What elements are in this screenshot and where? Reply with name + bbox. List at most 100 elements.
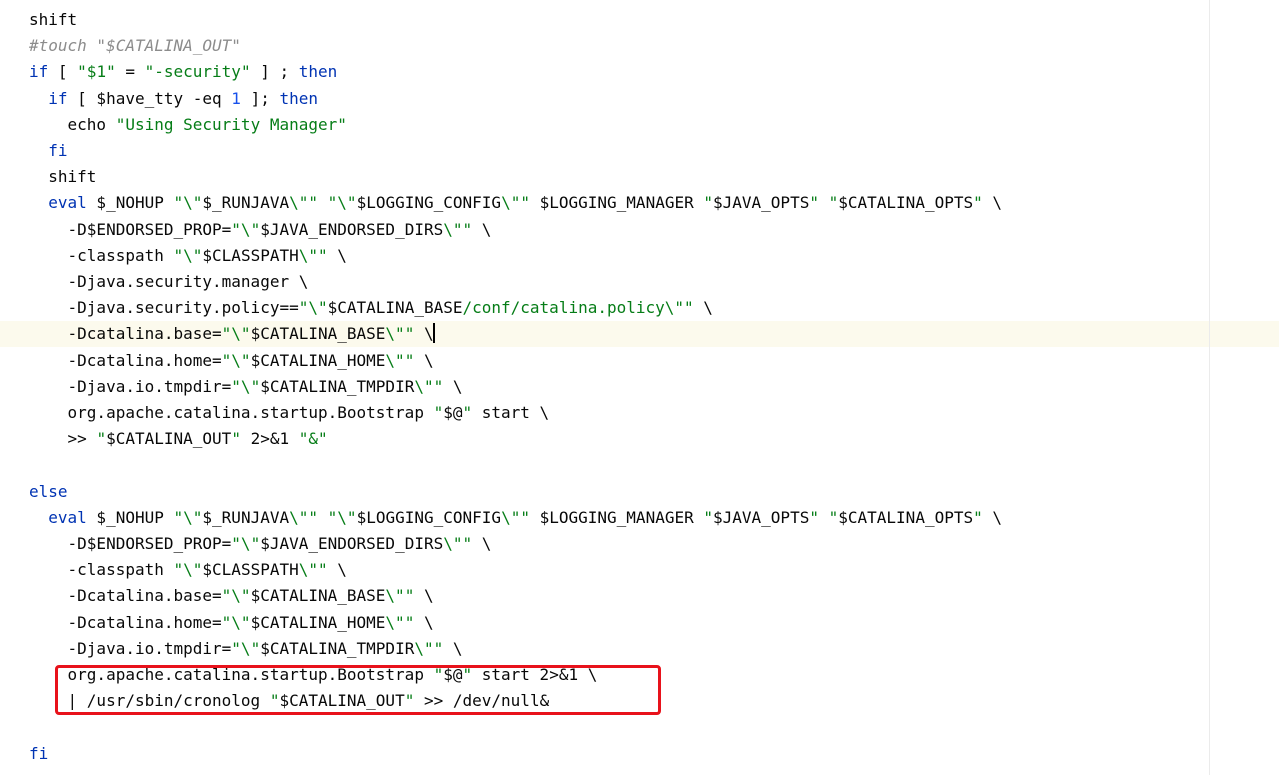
code-line-text: #touch "$CATALINA_OUT" <box>29 33 241 59</box>
code-token: then <box>279 88 318 108</box>
code-editor[interactable]: shift #touch "$CATALINA_OUT" if [ "$1" = "… <box>0 0 1279 775</box>
code-token: -Djava.security.manager \ <box>29 272 309 291</box>
code-token: \ <box>982 507 1003 527</box>
code-token: $LOGGING_CONFIG <box>356 507 502 527</box>
code-line-text: -D$ENDORSED_PROP="\"$JAVA_ENDORSED_DIRS\… <box>29 531 492 557</box>
code-line[interactable]: echo "Using Security Manager" <box>0 112 1279 138</box>
code-line[interactable]: #touch "$CATALINA_OUT" <box>0 33 1279 59</box>
code-token: " <box>828 507 839 527</box>
code-token: " <box>96 429 107 449</box>
code-token: \"" <box>385 350 415 370</box>
code-token: " <box>231 429 241 449</box>
code-line[interactable]: -Djava.security.policy=="\"$CATALINA_BAS… <box>0 295 1279 321</box>
code-token: $_RUNJAVA <box>202 507 290 527</box>
code-line[interactable]: -D$ENDORSED_PROP="\"$JAVA_ENDORSED_DIRS\… <box>0 531 1279 557</box>
code-line[interactable]: shift <box>0 164 1279 190</box>
code-line[interactable]: -Dcatalina.home="\"$CATALINA_HOME\"" \ <box>0 348 1279 374</box>
code-token: " <box>809 193 819 213</box>
code-line[interactable]: if [ $have_tty -eq 1 ]; then <box>0 86 1279 112</box>
code-token: $CLASSPATH <box>202 560 299 580</box>
text-caret <box>432 323 435 344</box>
code-token: " <box>433 403 444 422</box>
code-token: start \ <box>472 403 550 422</box>
code-token: " <box>703 507 713 527</box>
code-line-text: -Dcatalina.home="\"$CATALINA_HOME\"" \ <box>29 348 434 374</box>
code-line[interactable]: -Djava.io.tmpdir="\"$CATALINA_TMPDIR\"" … <box>0 636 1279 662</box>
code-line[interactable]: fi <box>0 741 1279 767</box>
code-token: fi <box>29 743 49 763</box>
code-token: \ <box>693 298 713 318</box>
code-line[interactable]: -classpath "\"$CLASSPATH\"" \ <box>0 243 1279 269</box>
code-token: \ <box>414 612 434 632</box>
code-token: \"" <box>289 193 319 213</box>
code-line-text: -Dcatalina.home="\"$CATALINA_HOME\"" \ <box>29 610 434 636</box>
code-token: "\" <box>327 193 357 213</box>
code-token: \ <box>982 193 1003 213</box>
code-line-text: else <box>29 479 68 505</box>
code-token: "\" <box>231 376 261 396</box>
code-token: "\" <box>327 507 357 527</box>
code-token: "$1" <box>77 62 116 82</box>
code-line-text: >> "$CATALINA_OUT" 2>&1 "&" <box>29 426 328 452</box>
code-token: -Dcatalina.home= <box>29 350 222 370</box>
code-line-text: if [ $have_tty -eq 1 ]; then <box>29 86 318 112</box>
code-token: $CATALINA_OUT <box>106 429 232 449</box>
code-token: "-security" <box>144 62 251 82</box>
code-token: -Dcatalina.home= <box>29 612 222 632</box>
code-line[interactable]: >> "$CATALINA_OUT" 2>&1 "&" <box>0 426 1279 452</box>
code-token: $CATALINA_OPTS <box>838 193 974 213</box>
code-line-text: -Djava.io.tmpdir="\"$CATALINA_TMPDIR\"" … <box>29 374 463 400</box>
code-line-text: if [ "$1" = "-security" ] ; then <box>29 59 337 85</box>
code-token: $CLASSPATH <box>202 245 299 265</box>
code-line-text: -D$ENDORSED_PROP="\"$JAVA_ENDORSED_DIRS\… <box>29 217 492 243</box>
code-line-text: fi <box>29 741 48 767</box>
code-line[interactable]: -Dcatalina.home="\"$CATALINA_HOME\"" \ <box>0 610 1279 636</box>
code-line[interactable]: else <box>0 479 1279 505</box>
code-token: $CATALINA_TMPDIR <box>260 638 415 658</box>
code-token: $CATALINA_OPTS <box>838 507 974 527</box>
code-token: \ <box>443 376 463 396</box>
code-token: \"" <box>385 612 415 632</box>
code-token: $CATALINA_TMPDIR <box>260 376 415 396</box>
code-line[interactable]: -Djava.security.manager \ <box>0 269 1279 295</box>
code-token: 2>&1 <box>240 429 299 449</box>
code-line[interactable]: org.apache.catalina.startup.Bootstrap "$… <box>0 400 1279 426</box>
code-token: if <box>48 88 68 108</box>
code-token: " <box>828 193 839 213</box>
code-token: -classpath <box>29 560 174 580</box>
code-line-text: -Djava.security.policy=="\"$CATALINA_BAS… <box>29 295 713 321</box>
code-token: "\" <box>298 298 328 318</box>
code-line[interactable] <box>0 452 1279 478</box>
code-token: \"" <box>501 507 530 527</box>
code-line[interactable]: -Djava.io.tmpdir="\"$CATALINA_TMPDIR\"" … <box>0 374 1279 400</box>
code-line[interactable]: -Dcatalina.base="\"$CATALINA_BASE\"" \ <box>0 583 1279 609</box>
code-line-text: -classpath "\"$CLASSPATH\"" \ <box>29 557 347 583</box>
code-line-text: fi <box>29 138 68 164</box>
code-token: "&" <box>298 429 328 449</box>
code-token: \"" <box>443 219 473 239</box>
code-line[interactable]: -classpath "\"$CLASSPATH\"" \ <box>0 557 1279 583</box>
code-line[interactable]: eval $_NOHUP "\"$_RUNJAVA\"" "\"$LOGGING… <box>0 190 1279 216</box>
code-line[interactable]: shift <box>0 7 1279 33</box>
code-token: ] ; <box>250 62 299 82</box>
code-line[interactable]: if [ "$1" = "-security" ] ; then <box>0 59 1279 85</box>
code-token: eval <box>48 193 87 213</box>
code-token: $_NOHUP <box>86 507 174 527</box>
code-token: /conf/catalina.policy\"" <box>462 298 694 318</box>
code-line[interactable]: fi <box>0 138 1279 164</box>
code-token: fi <box>48 141 68 160</box>
code-token: \"" <box>414 638 444 658</box>
code-line[interactable]: -Dcatalina.base="\"$CATALINA_BASE\"" \ <box>0 321 1279 348</box>
code-line[interactable] <box>0 714 1279 740</box>
code-token: $CATALINA_BASE <box>327 298 463 318</box>
code-token: " <box>973 507 983 527</box>
code-line[interactable]: eval $_NOHUP "\"$_RUNJAVA\"" "\"$LOGGING… <box>0 505 1279 531</box>
code-token: "\" <box>231 534 261 553</box>
code-token: $CATALINA_HOME <box>250 350 386 370</box>
code-token: \ <box>414 350 434 370</box>
code-token: " <box>809 507 819 527</box>
code-line[interactable]: -D$ENDORSED_PROP="\"$JAVA_ENDORSED_DIRS\… <box>0 217 1279 243</box>
